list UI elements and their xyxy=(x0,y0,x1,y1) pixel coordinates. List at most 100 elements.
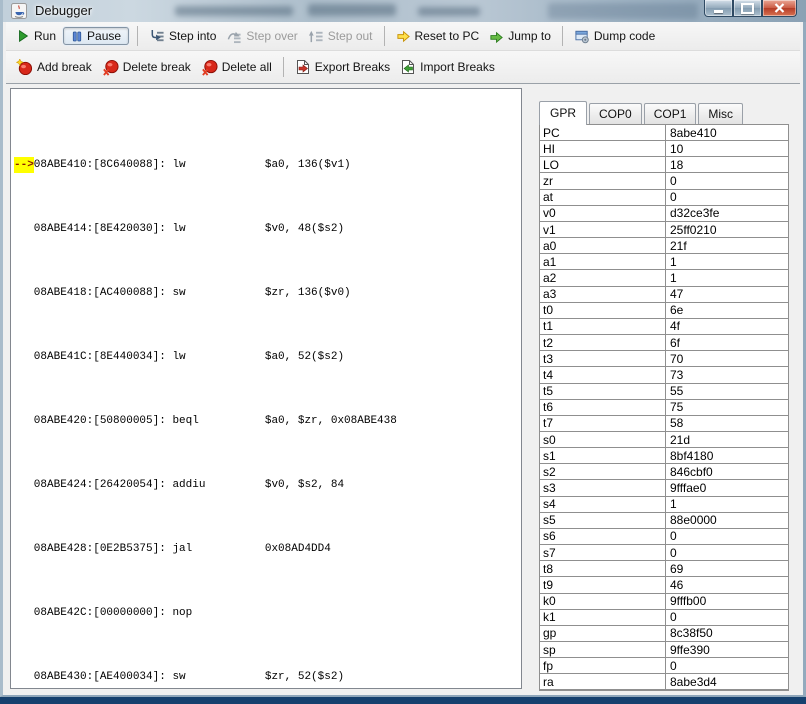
register-row[interactable]: t9 46 xyxy=(540,577,788,593)
register-row[interactable]: s6 0 xyxy=(540,529,788,545)
register-tab[interactable]: Misc xyxy=(698,103,743,124)
run-button[interactable]: Run xyxy=(11,27,61,45)
disasm-line[interactable]: 08ABE41C:[8E440034]: lw$a0, 52($s2) xyxy=(14,349,521,365)
register-row[interactable]: zr 0 xyxy=(540,173,788,189)
register-row[interactable]: gp 8c38f50 xyxy=(540,626,788,642)
register-value[interactable]: 4f xyxy=(666,319,788,333)
disasm-line[interactable]: 08ABE430:[AE400034]: sw$zr, 52($s2) xyxy=(14,669,521,685)
register-row[interactable]: at 0 xyxy=(540,190,788,206)
register-value[interactable]: 10 xyxy=(666,142,788,156)
register-value[interactable]: 1 xyxy=(666,255,788,269)
register-row[interactable]: ra 8abe3d4 xyxy=(540,674,788,690)
register-row[interactable]: t7 58 xyxy=(540,416,788,432)
jump-to-button[interactable]: Jump to xyxy=(484,27,556,46)
register-row[interactable]: t3 70 xyxy=(540,351,788,367)
reset-to-pc-button[interactable]: Reset to PC xyxy=(391,27,485,46)
minimize-button[interactable] xyxy=(704,0,733,17)
register-value[interactable]: 69 xyxy=(666,562,788,576)
register-row[interactable]: LO 18 xyxy=(540,157,788,173)
register-row[interactable]: a2 1 xyxy=(540,270,788,286)
disassembly-panel[interactable]: -->08ABE410:[8C640088]: lw$a0, 136($v1) … xyxy=(10,88,522,689)
register-row[interactable]: s7 0 xyxy=(540,545,788,561)
register-row[interactable]: k0 9fffb00 xyxy=(540,594,788,610)
register-value[interactable]: 8c38f50 xyxy=(666,626,788,640)
step-into-button[interactable]: Step into xyxy=(144,27,221,46)
register-row[interactable]: k1 0 xyxy=(540,610,788,626)
register-row[interactable]: s5 88e0000 xyxy=(540,513,788,529)
pause-button[interactable]: Pause xyxy=(63,27,129,45)
register-tab[interactable]: COP0 xyxy=(589,103,642,124)
titlebar[interactable]: Debugger xyxy=(3,0,806,22)
register-row[interactable]: v1 25ff0210 xyxy=(540,222,788,238)
register-value[interactable]: 8bf4180 xyxy=(666,449,788,463)
register-value[interactable]: 8abe410 xyxy=(666,126,788,140)
register-value[interactable]: 0 xyxy=(666,659,788,673)
register-value[interactable]: 846cbf0 xyxy=(666,465,788,479)
register-value[interactable]: 55 xyxy=(666,384,788,398)
register-tab[interactable]: COP1 xyxy=(644,103,697,124)
delete-all-button[interactable]: Delete all xyxy=(196,57,277,78)
register-value[interactable]: 0 xyxy=(666,174,788,188)
register-row[interactable]: a1 1 xyxy=(540,254,788,270)
register-value[interactable]: 0 xyxy=(666,529,788,543)
register-value[interactable]: 46 xyxy=(666,578,788,592)
close-button[interactable] xyxy=(762,0,797,17)
disasm-line[interactable]: 08ABE414:[8E420030]: lw$v0, 48($s2) xyxy=(14,221,521,237)
disasm-line[interactable]: -->08ABE410:[8C640088]: lw$a0, 136($v1) xyxy=(14,157,521,173)
register-row[interactable]: s2 846cbf0 xyxy=(540,464,788,480)
register-value[interactable]: 9fffb00 xyxy=(666,594,788,608)
register-row[interactable]: a0 21f xyxy=(540,238,788,254)
register-row[interactable]: PC 8abe410 xyxy=(540,125,788,141)
register-value[interactable]: 25ff0210 xyxy=(666,223,788,237)
register-value[interactable]: 0 xyxy=(666,190,788,204)
register-value[interactable]: 1 xyxy=(666,497,788,511)
register-row[interactable]: t2 6f xyxy=(540,335,788,351)
register-value[interactable]: 0 xyxy=(666,610,788,624)
register-row[interactable]: t0 6e xyxy=(540,303,788,319)
register-value[interactable]: 21d xyxy=(666,433,788,447)
step-over-button[interactable]: Step over xyxy=(221,27,302,46)
register-row[interactable]: s3 9fffae0 xyxy=(540,480,788,496)
register-value[interactable]: 1 xyxy=(666,271,788,285)
register-value[interactable]: 9ffe390 xyxy=(666,643,788,657)
register-row[interactable]: s4 1 xyxy=(540,497,788,513)
register-value[interactable]: 75 xyxy=(666,400,788,414)
register-value[interactable]: d32ce3fe xyxy=(666,206,788,220)
register-row[interactable]: sp 9ffe390 xyxy=(540,642,788,658)
register-row[interactable]: s0 21d xyxy=(540,432,788,448)
register-value[interactable]: 70 xyxy=(666,352,788,366)
disasm-line[interactable]: 08ABE418:[AC400088]: sw$zr, 136($v0) xyxy=(14,285,521,301)
register-row[interactable]: t6 75 xyxy=(540,400,788,416)
register-value[interactable]: 21f xyxy=(666,239,788,253)
disasm-line[interactable]: 08ABE420:[50800005]: beql$a0, $zr, 0x08A… xyxy=(14,413,521,429)
register-row[interactable]: t5 55 xyxy=(540,384,788,400)
register-value[interactable]: 8abe3d4 xyxy=(666,675,788,689)
register-value[interactable]: 0 xyxy=(666,546,788,560)
disasm-line[interactable]: 08ABE424:[26420054]: addiu$v0, $s2, 84 xyxy=(14,477,521,493)
register-row[interactable]: HI 10 xyxy=(540,141,788,157)
step-out-button[interactable]: Step out xyxy=(303,27,378,46)
export-breaks-button[interactable]: Export Breaks xyxy=(290,57,395,77)
register-value[interactable]: 47 xyxy=(666,287,788,301)
disasm-line[interactable]: 08ABE42C:[00000000]: nop xyxy=(14,605,521,621)
register-value[interactable]: 6f xyxy=(666,336,788,350)
register-row[interactable]: t8 69 xyxy=(540,561,788,577)
maximize-button[interactable] xyxy=(733,0,762,17)
register-value[interactable]: 18 xyxy=(666,158,788,172)
register-value[interactable]: 88e0000 xyxy=(666,513,788,527)
register-value[interactable]: 6e xyxy=(666,303,788,317)
register-row[interactable]: t1 4f xyxy=(540,319,788,335)
disasm-line[interactable]: 08ABE428:[0E2B5375]: jal0x08AD4DD4 xyxy=(14,541,521,557)
register-row[interactable]: v0 d32ce3fe xyxy=(540,206,788,222)
register-table[interactable]: PC 8abe410 HI 10 LO 18 zr 0 at 0 xyxy=(539,124,789,691)
register-tab[interactable]: GPR xyxy=(539,101,587,125)
register-row[interactable]: fp 0 xyxy=(540,658,788,674)
add-break-button[interactable]: Add break xyxy=(11,57,97,78)
dump-code-button[interactable]: Dump code xyxy=(569,27,660,46)
register-value[interactable]: 58 xyxy=(666,416,788,430)
delete-break-button[interactable]: Delete break xyxy=(97,57,196,78)
register-row[interactable]: a3 47 xyxy=(540,287,788,303)
register-value[interactable]: 73 xyxy=(666,368,788,382)
import-breaks-button[interactable]: Import Breaks xyxy=(395,57,500,77)
register-row[interactable]: s1 8bf4180 xyxy=(540,448,788,464)
